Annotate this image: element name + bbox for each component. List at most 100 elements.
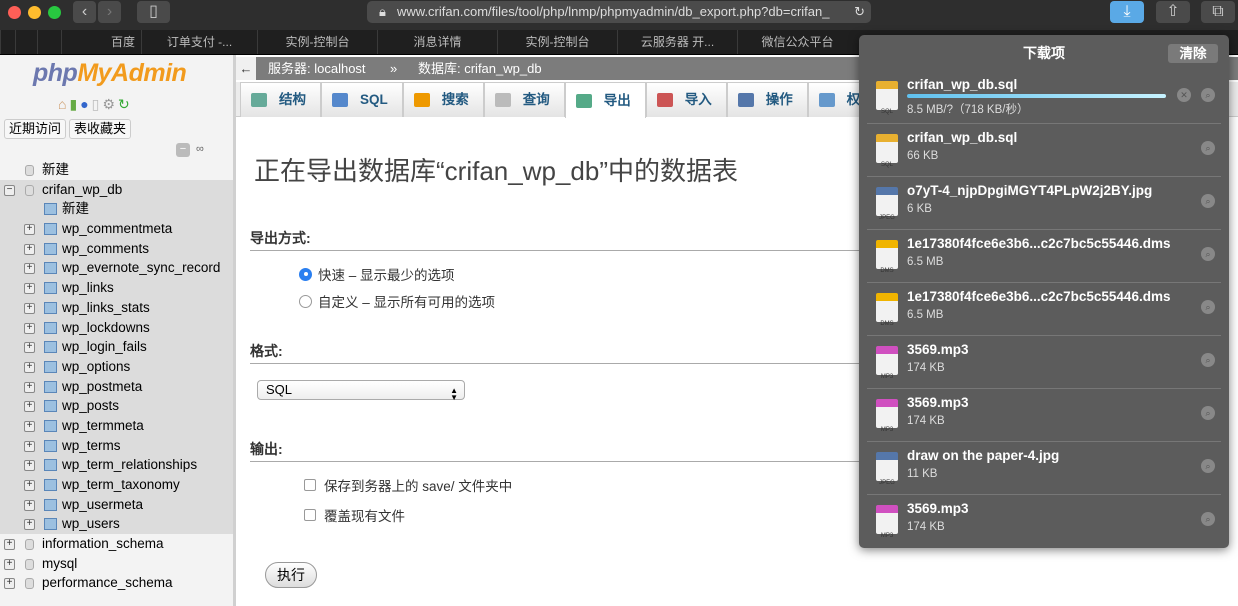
download-item[interactable]: SQL crifan_wp_db.sql 66 KB ⌕: [867, 124, 1221, 177]
bookmark[interactable]: 订单支付 -...: [141, 30, 257, 54]
breadcrumb-database[interactable]: 数据库: crifan_wp_db: [418, 57, 542, 80]
show-in-finder-icon[interactable]: ⌕: [1201, 194, 1215, 208]
custom-radio[interactable]: 自定义 – 显示所有可用的选项: [299, 291, 495, 311]
tab-3[interactable]: 查询: [483, 82, 565, 117]
home-icon[interactable]: ⌂: [58, 96, 69, 112]
table-item[interactable]: + wp_evernote_sync_record: [0, 258, 233, 279]
download-item[interactable]: JPEG o7yT-4_njpDpgiMGYT4PLpW2j2BY.jpg 6 KB…: [867, 177, 1221, 230]
overwrite-checkbox[interactable]: 覆盖现有文件: [304, 505, 405, 525]
table-item[interactable]: + wp_users: [0, 514, 233, 535]
expand-icon[interactable]: +: [4, 558, 15, 570]
bookmark[interactable]: 实例-控制台: [257, 30, 377, 54]
close-window-button[interactable]: [8, 6, 21, 19]
phpmyadmin-logo[interactable]: phpMyAdmin: [33, 59, 187, 88]
expand-icon[interactable]: +: [24, 499, 35, 511]
table-item[interactable]: + wp_links: [0, 278, 233, 298]
database-item[interactable]: + mysql: [0, 554, 233, 574]
tabs-overview-icon[interactable]: ⧉: [1201, 1, 1235, 23]
expand-icon[interactable]: +: [24, 224, 35, 236]
show-in-finder-icon[interactable]: ⌕: [1201, 247, 1215, 261]
bookmark[interactable]: 百度: [61, 30, 141, 54]
download-item[interactable]: DMS 1e17380f4fce6e3b6...c2c7bc5c55446.dms…: [867, 230, 1221, 283]
back-button[interactable]: ‹: [73, 1, 96, 23]
collapse-nav-arrow[interactable]: ←: [236, 57, 256, 80]
expand-icon[interactable]: +: [24, 381, 35, 393]
settings-icon[interactable]: ⚙: [102, 96, 118, 112]
show-in-finder-icon[interactable]: ⌕: [1201, 459, 1215, 473]
tab-4[interactable]: 导出: [564, 82, 646, 118]
expand-icon[interactable]: +: [24, 460, 35, 472]
table-item[interactable]: + wp_terms: [0, 435, 233, 456]
show-in-finder-icon[interactable]: ⌕: [1201, 88, 1215, 102]
tab-0[interactable]: 结构: [240, 82, 321, 117]
address-bar[interactable]: 🔒︎ www.crifan.com/files/tool/php/lnmp/php…: [367, 1, 871, 23]
expand-icon[interactable]: +: [24, 302, 35, 314]
expand-icon[interactable]: +: [24, 322, 35, 334]
clear-downloads-button[interactable]: 清除: [1168, 44, 1218, 63]
tab-1[interactable]: SQL: [321, 82, 403, 117]
table-item[interactable]: + wp_term_taxonomy: [0, 475, 233, 495]
expand-icon[interactable]: +: [24, 342, 35, 354]
logout-icon[interactable]: ▮: [69, 96, 80, 112]
expand-icon[interactable]: +: [24, 420, 35, 432]
table-item[interactable]: + wp_commentmeta: [0, 219, 233, 239]
quick-radio[interactable]: 快速 – 显示最少的选项: [299, 264, 455, 284]
database-item[interactable]: + performance_schema: [0, 573, 233, 593]
table-item[interactable]: + wp_term_relationships: [0, 455, 233, 475]
tab-2[interactable]: 搜索: [402, 82, 484, 117]
database-crifan-wp-db[interactable]: − crifan_wp_db: [0, 179, 233, 200]
database-item[interactable]: + information_schema: [0, 534, 233, 554]
cancel-download-icon[interactable]: ✕: [1177, 88, 1191, 102]
share-icon[interactable]: ⇧: [1156, 1, 1190, 23]
tab-6[interactable]: 操作: [726, 82, 808, 117]
expand-icon[interactable]: +: [24, 263, 35, 275]
collapse-icon[interactable]: −: [4, 184, 15, 196]
table-item[interactable]: + wp_postmeta: [0, 376, 233, 397]
expand-icon[interactable]: +: [24, 401, 35, 413]
expand-icon[interactable]: +: [24, 243, 35, 255]
expand-icon[interactable]: +: [4, 578, 15, 590]
show-in-finder-icon[interactable]: ⌕: [1201, 300, 1215, 314]
help-icon[interactable]: ●: [80, 96, 91, 112]
minimize-window-button[interactable]: [28, 6, 41, 19]
save-on-server-checkbox[interactable]: 保存到务器上的 save/ 文件夹中: [304, 475, 512, 495]
zoom-window-button[interactable]: [48, 6, 61, 19]
bookmark[interactable]: 消息详情: [377, 30, 497, 54]
breadcrumb-server[interactable]: 服务器: localhost: [268, 57, 366, 80]
table-item[interactable]: + wp_options: [0, 356, 233, 377]
download-item[interactable]: MP3 3569.mp3 174 KB ⌕: [867, 495, 1221, 548]
show-in-finder-icon[interactable]: ⌕: [1201, 512, 1215, 526]
favorites-button[interactable]: 表收藏夹: [69, 119, 132, 139]
tab-5[interactable]: 导入: [645, 82, 727, 117]
bookmark[interactable]: 微信公众平台: [737, 30, 857, 54]
expand-icon[interactable]: +: [4, 539, 15, 551]
collapse-all-icon[interactable]: −: [176, 143, 190, 157]
docs-icon[interactable]: ▯: [92, 96, 103, 112]
go-button[interactable]: 执行: [265, 562, 317, 588]
download-item[interactable]: SQL crifan_wp_db.sql 8.5 MB/?（718 KB/秒） ✕ ⌕: [867, 71, 1221, 124]
table-item[interactable]: + wp_comments: [0, 238, 233, 259]
download-item[interactable]: DMS 1e17380f4fce6e3b6...c2c7bc5c55446.dms…: [867, 283, 1221, 336]
table-item[interactable]: + wp_posts: [0, 396, 233, 416]
expand-icon[interactable]: +: [24, 480, 35, 491]
forward-button[interactable]: ›: [98, 1, 121, 23]
table-item[interactable]: + wp_login_fails: [0, 337, 233, 357]
bookmark[interactable]: 实例-控制台: [497, 30, 617, 54]
expand-icon[interactable]: +: [24, 519, 35, 531]
new-table[interactable]: 新建: [0, 199, 233, 220]
show-in-finder-icon[interactable]: ⌕: [1201, 353, 1215, 367]
expand-icon[interactable]: +: [24, 283, 35, 295]
show-in-finder-icon[interactable]: ⌕: [1201, 406, 1215, 420]
download-item[interactable]: MP3 3569.mp3 174 KB ⌕: [867, 336, 1221, 389]
reload-icon[interactable]: ↻: [854, 1, 865, 23]
link-icon[interactable]: ∞: [196, 143, 204, 155]
recent-button[interactable]: 近期访问: [4, 119, 67, 139]
sidebar-toggle-icon[interactable]: ▯: [137, 1, 170, 23]
download-item[interactable]: JPEG draw on the paper-4.jpg 11 KB ⌕: [867, 442, 1221, 495]
table-item[interactable]: + wp_usermeta: [0, 494, 233, 515]
table-item[interactable]: + wp_termmeta: [0, 415, 233, 436]
downloads-button[interactable]: ⤓: [1110, 1, 1144, 23]
download-item[interactable]: MP3 3569.mp3 174 KB ⌕: [867, 389, 1221, 442]
reload-icon[interactable]: ↻: [118, 96, 133, 112]
table-item[interactable]: + wp_lockdowns: [0, 317, 233, 338]
